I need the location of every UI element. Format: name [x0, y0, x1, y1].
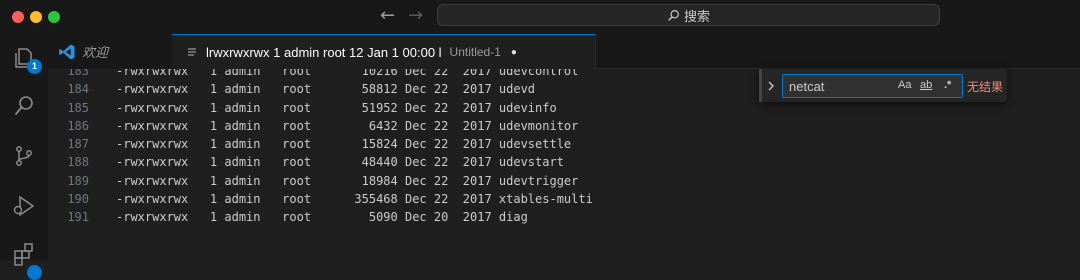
- forward-arrow-icon[interactable]: →: [408, 5, 423, 27]
- minimize-window-button[interactable]: [30, 11, 42, 23]
- tab-subtitle: Untitled-1: [449, 45, 501, 59]
- code-line: 185 -rwxrwxrwx 1 admin root 51952 Dec 22 …: [48, 99, 593, 117]
- command-center-search[interactable]: 搜索: [437, 4, 940, 26]
- line-number: 191: [67, 210, 89, 224]
- code-lines: 183 -rwxrwxrwx 1 admin root 10216 Dec 22 …: [48, 69, 593, 226]
- activity-bar: 1: [0, 34, 48, 280]
- back-arrow-icon[interactable]: ←: [380, 5, 395, 27]
- regex-button[interactable]: .*: [944, 79, 951, 91]
- extensions-badge: [27, 265, 42, 280]
- line-number: 185: [67, 100, 89, 115]
- search-label: 搜索: [683, 8, 710, 24]
- code-line: 189 -rwxrwxrwx 1 admin root 18984 Dec 22 …: [48, 172, 593, 190]
- editor-tabs: 欢迎 lrwxrwxrwx 1 admin root 12 Jan 1 00:0…: [48, 34, 1080, 69]
- line-text: -rwxrwxrwx 1 admin root 6432 Dec 22 2017…: [116, 118, 579, 133]
- source-control-icon[interactable]: [10, 142, 38, 170]
- line-text: -rwxrwxrwx 1 admin root 15824 Dec 22 201…: [116, 137, 572, 151]
- vscode-logo-icon: [59, 44, 75, 59]
- line-number: 188: [67, 155, 89, 170]
- line-text: -rwxrwxrwx 1 admin root 355468 Dec 22 20…: [116, 191, 593, 206]
- find-input[interactable]: netcat Aa ab .*: [782, 74, 963, 98]
- run-and-debug-icon[interactable]: [10, 192, 38, 220]
- code-line: 188 -rwxrwxrwx 1 admin root 48440 Dec 22 …: [48, 153, 593, 171]
- tab-untitled-1[interactable]: lrwxrwxrwx 1 admin root 12 Jan 1 00:00 l…: [172, 34, 596, 69]
- find-query: netcat: [789, 79, 825, 94]
- close-window-button[interactable]: [12, 11, 24, 23]
- line-text: -rwxrwxrwx 1 admin root 18984 Dec 22 201…: [116, 173, 579, 188]
- tab-title: lrwxrwxrwx 1 admin root 12 Jan 1 00:00 l: [206, 44, 442, 60]
- line-number: 190: [67, 191, 89, 206]
- code-line: 190 -rwxrwxrwx 1 admin root 355468 Dec 22…: [48, 190, 593, 208]
- chevron-right-icon: [768, 81, 774, 90]
- line-text: -rwxrwxrwx 1 admin root 48440 Dec 22 201…: [116, 155, 564, 170]
- line-text: -rwxrwxrwx 1 admin root 10216 Dec 22 201…: [116, 69, 579, 78]
- unsaved-dot-icon[interactable]: ●: [511, 47, 517, 58]
- plaintext-file-icon: [188, 48, 196, 56]
- line-number: 186: [67, 118, 89, 133]
- find-status: 无结果: [967, 80, 1004, 94]
- line-text: -rwxrwxrwx 1 admin root 51952 Dec 22 201…: [116, 100, 557, 115]
- line-number: 184: [67, 82, 89, 97]
- search-icon: [668, 9, 679, 21]
- extensions-icon[interactable]: [10, 240, 42, 280]
- line-text: -rwxrwxrwx 1 admin root 58812 Dec 22 201…: [116, 82, 536, 97]
- tab-welcome[interactable]: 欢迎: [48, 34, 172, 69]
- line-number: 189: [67, 173, 89, 188]
- zoom-window-button[interactable]: [48, 11, 60, 23]
- title-bar: ← → 搜索: [0, 0, 1080, 34]
- find-widget: netcat Aa ab .* 无结果: [759, 69, 1007, 102]
- toggle-replace-button[interactable]: [759, 69, 779, 102]
- line-number: 187: [67, 137, 89, 151]
- code-line: 191 -rwxrwxrwx 1 admin root 5090 Dec 20 2…: [48, 208, 593, 226]
- explorer-icon[interactable]: 1: [10, 44, 42, 74]
- match-case-button[interactable]: Aa: [898, 79, 911, 91]
- tab-welcome-label: 欢迎: [82, 45, 109, 60]
- code-line: 187 -rwxrwxrwx 1 admin root 15824 Dec 22 …: [48, 135, 593, 153]
- explorer-badge: 1: [27, 59, 42, 74]
- line-number: 183: [67, 69, 89, 78]
- search-view-icon[interactable]: [10, 92, 38, 120]
- code-line: 184 -rwxrwxrwx 1 admin root 58812 Dec 22 …: [48, 80, 593, 98]
- line-text: -rwxrwxrwx 1 admin root 5090 Dec 20 2017…: [116, 210, 528, 224]
- whole-word-button[interactable]: ab: [920, 79, 932, 91]
- code-line: 183 -rwxrwxrwx 1 admin root 10216 Dec 22 …: [48, 69, 593, 80]
- code-line: 186 -rwxrwxrwx 1 admin root 6432 Dec 22 2…: [48, 117, 593, 135]
